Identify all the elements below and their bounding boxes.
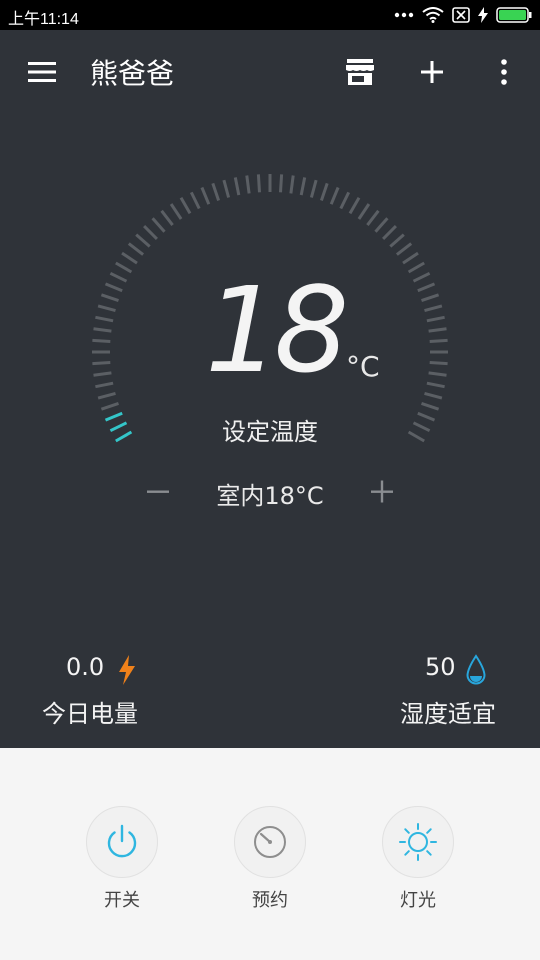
store-icon[interactable] [342, 54, 378, 90]
dial-tick [424, 304, 443, 313]
no-sim-icon [452, 7, 470, 23]
dial-tick [97, 391, 116, 400]
dial-tick [395, 242, 413, 256]
dial-tick [289, 175, 295, 194]
power-icon [107, 824, 137, 858]
power-usage-value: 0.0 [66, 653, 105, 681]
dial-tick [348, 197, 361, 215]
dial-tick [100, 293, 119, 303]
dial-tick [233, 177, 241, 196]
schedule-button-label: 预约 [252, 890, 288, 911]
set-temperature-value: 18 [205, 261, 349, 399]
dial-tick [429, 361, 448, 366]
battery-icon [496, 7, 532, 23]
dial-tick [426, 315, 445, 323]
add-icon[interactable] [416, 54, 448, 90]
more-icon[interactable] [492, 54, 516, 90]
dial-tick [421, 401, 440, 411]
dial-tick [160, 209, 174, 227]
dial-tick [200, 186, 211, 205]
power-button-circle[interactable] [86, 806, 158, 878]
lightning-icon [119, 655, 135, 685]
dial-tick [428, 327, 447, 333]
dial-tick [92, 361, 111, 366]
dial-tick [412, 271, 431, 283]
dial-tick [93, 371, 112, 377]
dial-tick [121, 251, 138, 265]
dial-tick [151, 217, 166, 233]
light-icon [399, 823, 437, 861]
dial-tick [127, 242, 145, 256]
dial-tick [97, 304, 116, 313]
humidity-label: 湿度适宜 [400, 700, 496, 728]
dial-tick [309, 179, 318, 198]
dial-tick [109, 271, 128, 283]
increase-temperature-button[interactable] [364, 474, 400, 510]
dial-tick [407, 261, 425, 274]
temperature-unit: °C [346, 350, 380, 383]
set-temperature-label: 设定温度 [222, 418, 318, 446]
schedule-button-circle[interactable] [234, 806, 306, 878]
more-dots-icon [394, 12, 414, 18]
dial-tick [389, 233, 405, 248]
dial-tick [115, 261, 133, 274]
dial-tick [189, 191, 201, 210]
dial-tick [339, 191, 351, 210]
dial-tick [135, 233, 151, 248]
dial-tick [245, 175, 251, 194]
light-button-circle[interactable] [382, 806, 454, 878]
status-time: 上午11:14 [8, 11, 79, 28]
dial-tick [426, 381, 445, 389]
dial-tick [93, 327, 112, 333]
dial-tick [428, 371, 447, 377]
timer-icon [254, 826, 286, 858]
dial-tick [382, 225, 397, 240]
power-button[interactable]: 开关 [86, 806, 162, 912]
dial-tick [424, 391, 443, 400]
status-bar: 上午11:14 [0, 0, 540, 30]
status-icons [394, 4, 532, 26]
dial-tick [92, 338, 111, 343]
page-title: 熊爸爸 [90, 57, 175, 90]
dial-tick [357, 203, 371, 220]
power-button-label: 开关 [104, 890, 140, 911]
humidity-value: 50 [425, 653, 456, 681]
app-bar: 熊爸爸 [0, 30, 540, 114]
dial-tick [95, 315, 114, 323]
dial-tick [100, 401, 119, 411]
control-panel: 开关 预约 灯光 [0, 748, 540, 960]
dial-tick [143, 225, 158, 240]
dial-tick [179, 197, 192, 215]
dial-tick [104, 282, 123, 293]
dial-tick [211, 182, 221, 201]
menu-icon[interactable] [22, 56, 62, 88]
indoor-temperature: 室内18°C [216, 482, 324, 510]
wifi-icon [422, 7, 444, 23]
dial-tick [279, 174, 284, 193]
light-button-label: 灯光 [400, 890, 436, 911]
charging-icon [478, 7, 488, 23]
dial-tick [169, 203, 183, 220]
dial-tick [256, 174, 261, 193]
power-usage-label: 今日电量 [42, 700, 138, 728]
light-button[interactable]: 灯光 [382, 806, 458, 912]
dial-tick [299, 177, 307, 196]
dial-tick [374, 217, 389, 233]
schedule-button[interactable]: 预约 [234, 806, 310, 912]
dial-tick [222, 179, 231, 198]
dial-tick [329, 186, 340, 205]
dial-tick [95, 381, 114, 389]
dial-tick [429, 338, 448, 343]
dial-tick [421, 293, 440, 303]
dial-tick [417, 282, 436, 293]
dial-tick [366, 209, 380, 227]
dial-tick [402, 251, 419, 265]
dial-tick [319, 182, 329, 201]
water-drop-icon [466, 654, 486, 685]
